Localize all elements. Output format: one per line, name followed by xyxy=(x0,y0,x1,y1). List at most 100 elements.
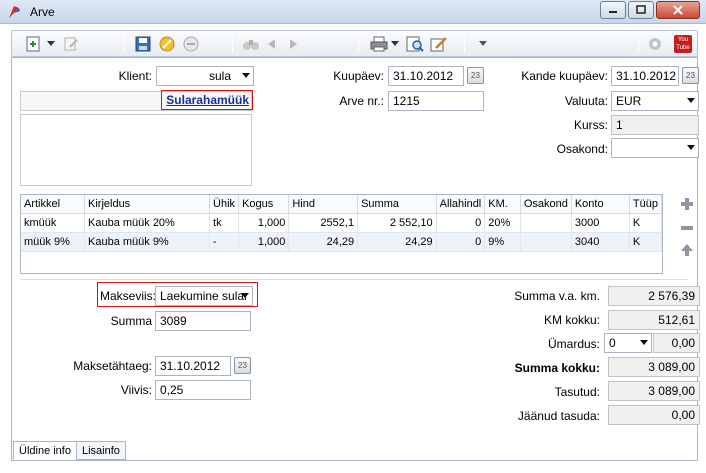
pen-icon xyxy=(430,37,447,52)
maksetahtaeg-field[interactable]: 31.10.2012 xyxy=(155,356,231,376)
summa-kokku-label: Summa kokku: xyxy=(514,361,600,375)
tab-lisainfo[interactable]: Lisainfo xyxy=(76,441,126,460)
window-title: Arve xyxy=(30,5,55,19)
table-cell[interactable]: 24,29 xyxy=(357,232,437,252)
client-link-highlight: Sularahamüük xyxy=(161,90,253,110)
arrow-left-icon xyxy=(268,39,275,49)
table-cell[interactable]: 0 xyxy=(436,232,486,252)
table-cell[interactable]: 3040 xyxy=(571,232,630,252)
table-cell[interactable]: K xyxy=(629,232,663,252)
new-button[interactable] xyxy=(22,34,46,54)
summa-vak-value: 2 576,39 xyxy=(648,289,695,303)
table-cell[interactable]: 2 552,10 xyxy=(357,213,437,233)
summa-kokku-field: 3 089,00 xyxy=(608,357,700,377)
new-dropdown-button[interactable] xyxy=(46,34,56,54)
table-cell[interactable]: 24,29 xyxy=(288,232,359,252)
table-cell[interactable] xyxy=(520,232,572,252)
summa-value: 3089 xyxy=(160,314,187,328)
column-header[interactable]: Osakond xyxy=(520,195,572,214)
move-row-up-button[interactable] xyxy=(679,243,695,257)
table-cell[interactable]: 2552,1 xyxy=(288,213,359,233)
table-cell[interactable]: 3000 xyxy=(571,213,630,233)
client-address-area[interactable] xyxy=(20,114,252,186)
table-cell[interactable]: K xyxy=(629,213,663,233)
table-cell[interactable]: Kauba müük 20% xyxy=(84,213,211,233)
printer-icon xyxy=(370,36,388,52)
maximize-button[interactable] xyxy=(628,1,654,19)
invoice-lines-table[interactable]: Artikkel Kirjeldus Ühik Kogus Hind Summa… xyxy=(20,194,663,274)
viivis-field[interactable]: 0,25 xyxy=(155,380,251,400)
column-header[interactable]: Konto xyxy=(571,195,630,214)
table-cell[interactable]: tk xyxy=(209,213,240,233)
klient-value: sula xyxy=(208,69,231,83)
preview-button[interactable] xyxy=(404,34,426,54)
summa-vak-label: Summa v.a. km. xyxy=(514,289,600,303)
youtube-button[interactable]: You Tube xyxy=(672,34,694,54)
column-header[interactable]: Artikkel xyxy=(21,195,85,214)
klient-combobox[interactable]: sula xyxy=(156,66,254,86)
print-dropdown-button[interactable] xyxy=(390,34,400,54)
minimize-button[interactable] xyxy=(600,1,626,19)
delete-button[interactable] xyxy=(180,34,202,54)
sign-button[interactable] xyxy=(428,34,450,54)
table-cell[interactable]: 9% xyxy=(484,232,521,252)
column-header[interactable]: Allahindl xyxy=(436,195,486,214)
table-cell[interactable]: - xyxy=(209,232,240,252)
edit-button[interactable] xyxy=(60,34,82,54)
makseviis-combobox[interactable]: Laekumine sular xyxy=(155,286,253,306)
summa-field[interactable]: 3089 xyxy=(155,311,251,331)
minus-circle-icon xyxy=(183,36,199,52)
settings-button[interactable] xyxy=(644,34,666,54)
column-header[interactable]: Kogus xyxy=(238,195,290,214)
summa-label: Summa xyxy=(110,314,152,328)
table-cell[interactable]: Kauba müük 9% xyxy=(84,232,211,252)
column-header[interactable]: Tüüp xyxy=(629,195,663,214)
table-cell[interactable]: 1,000 xyxy=(238,213,290,233)
add-row-button[interactable] xyxy=(679,197,695,211)
table-row[interactable]: müük 9% Kauba müük 9% - 1,000 24,29 24,2… xyxy=(21,232,663,252)
column-header[interactable]: Summa xyxy=(357,195,437,214)
calendar-icon: 23 xyxy=(471,71,480,80)
valuuta-combobox[interactable]: EUR xyxy=(611,91,699,111)
edit-icon xyxy=(64,37,78,51)
km-kokku-label: KM kokku: xyxy=(543,313,600,327)
kande-kuupaev-field[interactable]: 31.10.2012 xyxy=(611,66,679,86)
table-cell[interactable]: kmüük xyxy=(21,213,85,233)
osakond-label: Osakond: xyxy=(556,142,608,156)
tab-uldine-info[interactable]: Üldine info xyxy=(13,441,77,460)
save-button[interactable] xyxy=(132,34,154,54)
table-row[interactable]: kmüük Kauba müük 20% tk 1,000 2552,1 2 5… xyxy=(21,213,663,233)
kuupaev-field[interactable]: 31.10.2012 xyxy=(388,66,464,86)
table-cell[interactable] xyxy=(520,213,572,233)
column-header[interactable]: Ühik xyxy=(209,195,240,214)
search-button[interactable] xyxy=(240,34,262,54)
summa-vak-field: 2 576,39 xyxy=(608,286,700,306)
print-button[interactable] xyxy=(368,34,390,54)
calendar-icon: 23 xyxy=(686,71,695,80)
remove-row-button[interactable] xyxy=(679,221,695,235)
previous-button[interactable] xyxy=(264,34,280,54)
column-header[interactable]: Kirjeldus xyxy=(84,195,211,214)
calendar-button[interactable]: 23 xyxy=(467,67,484,84)
client-name-link[interactable]: Sularahamüük xyxy=(166,93,249,107)
table-cell[interactable]: 20% xyxy=(484,213,521,233)
umardus-combobox[interactable]: 0 xyxy=(604,333,652,353)
column-header[interactable]: KM. xyxy=(484,195,521,214)
table-cell[interactable]: müük 9% xyxy=(21,232,85,252)
cancel-button[interactable] xyxy=(156,34,178,54)
maksetahtaeg-label: Maksetähtaeg: xyxy=(73,359,152,373)
column-header[interactable]: Hind xyxy=(288,195,359,214)
arve-nr-field[interactable]: 1215 xyxy=(388,91,484,111)
more-dropdown-button[interactable] xyxy=(476,34,490,54)
title-bar: Arve xyxy=(0,0,706,24)
close-button[interactable] xyxy=(656,1,700,19)
chevron-down-icon xyxy=(47,41,55,46)
table-cell[interactable]: 1,000 xyxy=(238,232,290,252)
invoice-panel: Klient: sula Sularahamüük Kuupäev: 31.10… xyxy=(11,57,700,461)
osakond-combobox[interactable] xyxy=(611,138,699,158)
toolbar-separator xyxy=(358,35,359,53)
table-cell[interactable]: 0 xyxy=(436,213,486,233)
next-button[interactable] xyxy=(286,34,302,54)
calendar-button[interactable]: 23 xyxy=(234,357,251,374)
calendar-button[interactable]: 23 xyxy=(682,67,699,84)
